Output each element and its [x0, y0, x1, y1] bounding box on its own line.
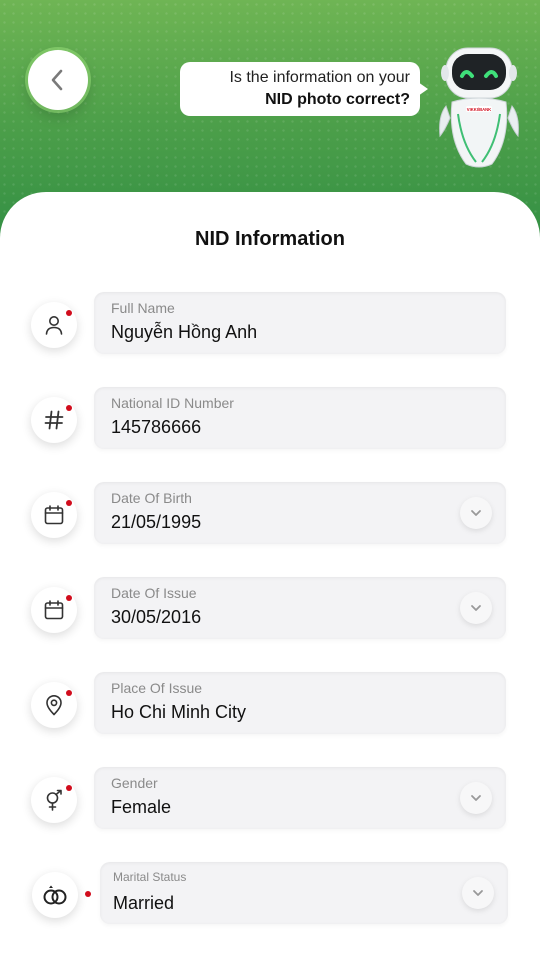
robot-badge-text: VIKKI/BANK [467, 107, 491, 112]
field-value: Ho Chi Minh City [111, 702, 247, 722]
bubble-line-1: Is the information on your [229, 69, 410, 86]
hash-icon [44, 410, 64, 430]
field-row-place-of-issue: Place Of Issue Ho Chi Minh City [0, 672, 540, 736]
date-of-birth-icon-badge [31, 492, 77, 538]
required-indicator [66, 595, 72, 601]
required-indicator [66, 405, 72, 411]
full-name-field[interactable]: Full Name Nguyễn Hồng Anh [94, 292, 506, 354]
field-value: 145786666 [111, 417, 202, 437]
national-id-icon-badge [31, 397, 77, 443]
location-pin-icon [46, 695, 62, 716]
marital-status-icon-badge [32, 872, 78, 918]
page-title: NID Information [195, 228, 345, 250]
required-indicator [85, 891, 91, 897]
marital-status-dropdown-button[interactable] [462, 877, 494, 909]
required-indicator [66, 500, 72, 506]
gender-dropdown-button[interactable] [460, 782, 492, 814]
field-row-gender: Gender Female [0, 767, 540, 831]
required-indicator [66, 690, 72, 696]
national-id-field[interactable]: National ID Number 145786666 [94, 387, 506, 449]
full-name-icon-badge [31, 302, 77, 348]
bubble-line-2: NID photo correct? [265, 91, 410, 108]
gender-icon [46, 789, 62, 811]
speech-bubble: Is the information on your NID photo cor… [180, 62, 428, 116]
user-icon [45, 316, 63, 335]
marital-status-field[interactable]: Marital Status Married [100, 862, 508, 924]
field-label: Gender [111, 775, 158, 791]
robot-mascot-icon: VIKKI/BANK [439, 47, 519, 168]
field-label: Date Of Issue [111, 585, 197, 601]
nid-info-card: NID Information Full Name Nguyễn Hồng An… [0, 192, 540, 960]
field-label: National ID Number [111, 395, 234, 411]
field-row-marital-status: Marital Status Married [0, 862, 540, 926]
field-row-date-of-issue: Date Of Issue 30/05/2016 [0, 577, 540, 641]
date-of-issue-field[interactable]: Date Of Issue 30/05/2016 [94, 577, 506, 639]
field-label: Place Of Issue [111, 680, 203, 696]
field-value: 21/05/1995 [111, 512, 202, 532]
required-indicator [66, 310, 72, 316]
chevron-down-icon [471, 510, 481, 516]
date-of-birth-dropdown-button[interactable] [460, 497, 492, 529]
field-row-full-name: Full Name Nguyễn Hồng Anh [0, 292, 540, 356]
gender-field[interactable]: Gender Female [94, 767, 506, 829]
field-label: Marital Status [113, 870, 187, 884]
date-of-issue-icon-badge [31, 587, 77, 633]
date-of-issue-dropdown-button[interactable] [460, 592, 492, 624]
gender-icon-badge [31, 777, 77, 823]
field-row-date-of-birth: Date Of Birth 21/05/1995 [0, 482, 540, 546]
place-of-issue-field[interactable]: Place Of Issue Ho Chi Minh City [94, 672, 506, 734]
field-value: Female [111, 797, 172, 817]
field-value: 30/05/2016 [111, 607, 202, 627]
chevron-down-icon [473, 890, 483, 896]
calendar-icon [44, 600, 64, 620]
field-label: Date Of Birth [111, 490, 192, 506]
date-of-birth-field[interactable]: Date Of Birth 21/05/1995 [94, 482, 506, 544]
field-row-national-id: National ID Number 145786666 [0, 387, 540, 451]
chevron-down-icon [471, 795, 481, 801]
rings-icon [43, 885, 67, 905]
back-button[interactable] [28, 50, 88, 110]
field-value: Married [113, 893, 175, 913]
calendar-icon [44, 505, 64, 525]
place-of-issue-icon-badge [31, 682, 77, 728]
chevron-left-icon [51, 69, 63, 91]
chevron-down-icon [471, 605, 481, 611]
field-label: Full Name [111, 300, 175, 316]
required-indicator [66, 785, 72, 791]
field-value: Nguyễn Hồng Anh [111, 322, 258, 342]
